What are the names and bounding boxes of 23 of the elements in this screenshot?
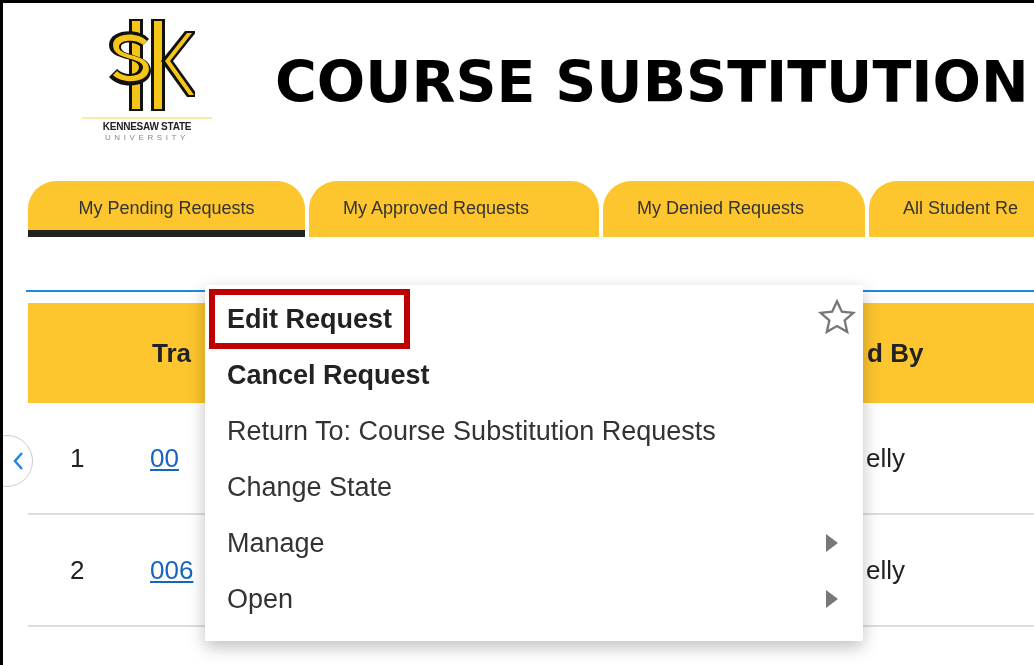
table-cell-text: elly (866, 553, 905, 587)
tab[interactable]: My Pending Requests (28, 181, 305, 237)
menu-item[interactable]: Cancel Request (227, 354, 430, 396)
tab[interactable]: All Student Re (869, 181, 1034, 237)
menu-item[interactable]: Return To: Course Substitution Requests (227, 410, 716, 452)
page-title: COURSE SUBSTITUTION (275, 48, 1029, 117)
menu-item[interactable]: Edit Request (209, 288, 411, 350)
column-header: d By (867, 336, 924, 370)
tab[interactable]: My Approved Requests (309, 181, 599, 237)
logo-name: KENNESAW STATE (102, 121, 192, 133)
star-icon[interactable] (817, 297, 857, 337)
menu-item[interactable]: Change State (227, 466, 393, 508)
chevron-left-icon (12, 451, 24, 471)
row-number: 1 (70, 441, 86, 475)
request-link[interactable]: 00 (150, 438, 179, 478)
logo-subtitle: UNIVERSITY (105, 133, 189, 142)
menu-item[interactable]: Open (227, 578, 294, 620)
request-link[interactable]: 006 (150, 550, 194, 590)
tab[interactable]: My Denied Requests (603, 181, 865, 237)
column-header: Tra (152, 336, 192, 370)
table-cell-text: elly (866, 441, 905, 475)
row-number: 2 (70, 553, 86, 587)
menu-item[interactable]: Manage (227, 522, 325, 564)
